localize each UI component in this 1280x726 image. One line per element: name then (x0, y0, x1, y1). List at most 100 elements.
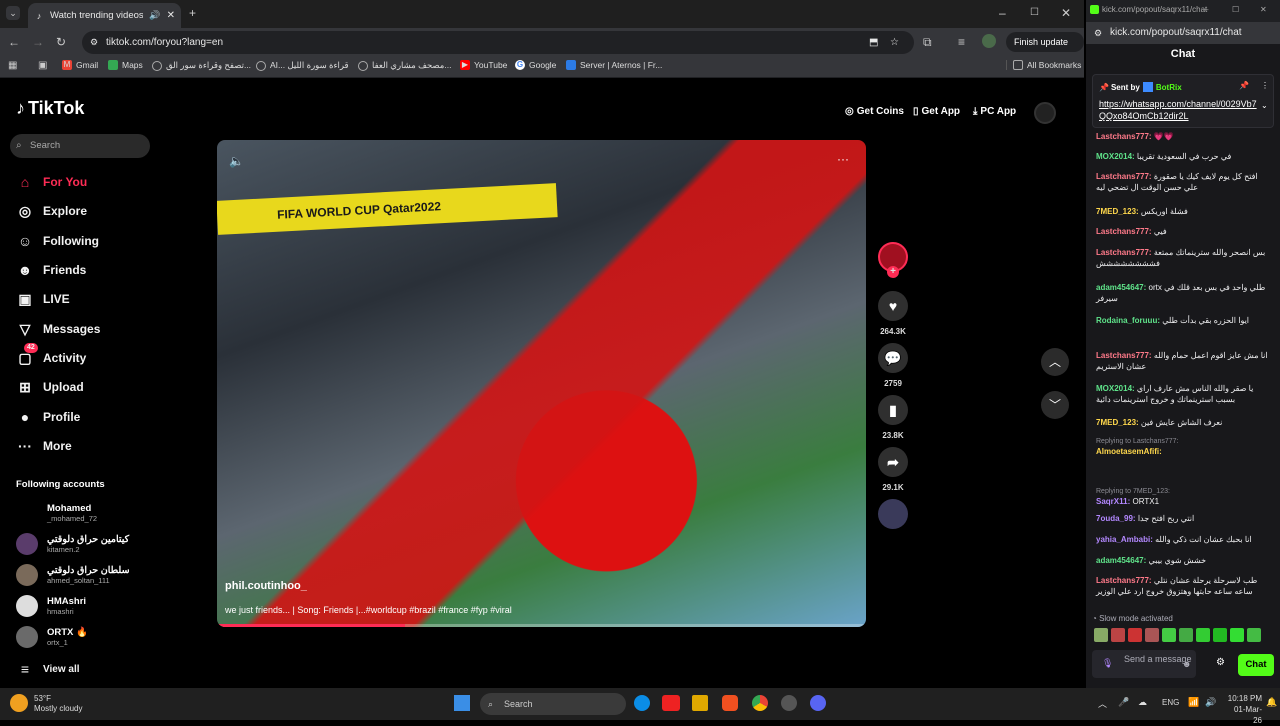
nav-for-you[interactable]: ⌂ For You (16, 173, 87, 191)
maximize-icon[interactable]: ☐ (1030, 6, 1039, 20)
youtube-app-icon[interactable] (662, 695, 680, 711)
emote-icon[interactable] (1162, 628, 1176, 642)
emote-icon[interactable] (1196, 628, 1210, 642)
weather-icon[interactable] (10, 694, 28, 712)
settings-gear-icon[interactable]: ⚙ (1216, 657, 1225, 668)
pc-app-button[interactable]: ⤓ PC App (973, 106, 1016, 117)
chat-username[interactable]: MOX2014: (1096, 152, 1135, 161)
nav-friends[interactable]: ☻ Friends (16, 261, 87, 279)
tab-tiktok[interactable]: ♪ Watch trending videos for y 🔊 ✕ (28, 3, 181, 28)
bookmark-mushaf[interactable]: مصحف مشاري العفا... (358, 60, 451, 71)
chat-username[interactable]: adam454647: (1096, 283, 1146, 292)
notifications-icon[interactable]: 🔔 (1266, 697, 1277, 708)
volume-icon[interactable]: 🔈 (229, 154, 244, 168)
get-coins-button[interactable]: ◎ Get Coins (845, 106, 904, 117)
chat-username[interactable]: Rodaina_foruuu: (1096, 316, 1160, 325)
chevron-down-icon[interactable]: ⌄ (1261, 101, 1268, 110)
new-tab-icon[interactable]: + (189, 6, 196, 20)
bookmark-star-icon[interactable]: ☆ (890, 31, 899, 54)
chat-username[interactable]: 7MED_123: (1096, 207, 1139, 216)
emote-icon[interactable] (1247, 628, 1261, 642)
comment-button[interactable]: 💬 2759 (876, 343, 910, 388)
like-button[interactable]: ♥ 264.3K (876, 291, 910, 336)
emote-icon[interactable] (1128, 628, 1142, 642)
pinned-link[interactable]: https://whatsapp.com/channel/0029Vb7QQxo… (1099, 98, 1259, 122)
maximize-icon[interactable]: ☐ (1232, 0, 1239, 20)
nav-more[interactable]: ··· More (16, 437, 72, 455)
tab-groups-icon[interactable]: ≡ (958, 35, 965, 49)
popout-address-bar[interactable]: ⚙ kick.com/popout/saqrx11/chat (1086, 22, 1280, 44)
back-icon[interactable]: ← (8, 35, 20, 49)
steam-icon[interactable] (781, 695, 797, 711)
chat-username[interactable]: MOX2014: (1096, 384, 1135, 393)
bookmark-aternos[interactable]: Server | Aternos | Fr... (566, 60, 662, 70)
taskbar-search[interactable]: ⌕ Search (480, 693, 626, 715)
mic-tray-icon[interactable]: 🎤 (1118, 697, 1129, 708)
close-window-icon[interactable]: ✕ (1061, 6, 1071, 20)
close-window-icon[interactable]: ✕ (1260, 0, 1267, 20)
more-options-icon[interactable]: ··· (837, 152, 849, 166)
tab-search-icon[interactable]: ⌄ (6, 6, 20, 20)
chat-username[interactable]: yahia_Ambabi: (1096, 535, 1153, 544)
video-progress-track[interactable] (217, 624, 866, 627)
emote-icon[interactable] (1230, 628, 1244, 642)
forward-icon[interactable]: → (32, 35, 44, 49)
chrome-icon[interactable] (752, 695, 768, 711)
chat-username[interactable]: Lastchans777: (1096, 172, 1152, 181)
nav-profile[interactable]: ● Profile (16, 408, 81, 426)
prev-video-button[interactable]: ︿ (1041, 348, 1069, 376)
search-input[interactable]: ⌕ Search (10, 134, 150, 158)
chat-username[interactable]: SaqrX11: (1096, 497, 1130, 506)
chat-username[interactable]: AlmoetasemAfifi: (1096, 447, 1162, 456)
video-author[interactable]: phil.coutinhoo_ (225, 580, 307, 592)
clock[interactable]: 10:18 PM 01-Mar-26 (1226, 693, 1262, 726)
account-item[interactable]: سلطان حراق دلوقتي ahmed_soltan_111 (16, 564, 130, 586)
more-options-icon[interactable]: ⋮ (1261, 81, 1269, 90)
chat-username[interactable]: Lastchans777: (1096, 351, 1152, 360)
video-player[interactable]: FIFA WORLD CUP Qatar2022 🔈 ··· phil.cout… (217, 140, 866, 627)
bookmark-google[interactable]: G Google (515, 60, 556, 70)
finish-update-button[interactable]: Finish update ⋮ (1006, 32, 1084, 67)
get-app-button[interactable]: ▯ Get App (913, 106, 960, 117)
discord-icon[interactable] (810, 695, 826, 711)
reload-icon[interactable]: ↻ (56, 35, 66, 49)
nav-explore[interactable]: ◎ Explore (16, 202, 87, 220)
send-message-input[interactable]: 🎙 Send a message ☻ (1092, 650, 1196, 678)
emote-icon[interactable] (1213, 628, 1227, 642)
weather-widget[interactable]: 53°F Mostly cloudy (34, 694, 82, 714)
emoji-icon[interactable]: ☻ (1182, 659, 1191, 669)
site-info-icon[interactable]: ⚙ (90, 31, 98, 54)
emote-icon[interactable] (1145, 628, 1159, 642)
share-button[interactable]: ➦ 29.1K (876, 447, 910, 492)
account-item[interactable]: ORTX 🔥 ortx_1 (16, 626, 88, 648)
chat-username[interactable]: 7ouda_99: (1096, 514, 1136, 523)
next-video-button[interactable]: ﹀ (1041, 391, 1069, 419)
chat-username[interactable]: Lastchans777: (1096, 132, 1152, 141)
user-avatar[interactable] (1034, 102, 1056, 124)
volume-tray-icon[interactable]: 🔊 (1205, 697, 1216, 708)
minimize-icon[interactable]: – (999, 6, 1006, 20)
bookmark-maps[interactable]: Maps (108, 60, 143, 70)
address-bar[interactable]: ⚙ tiktok.com/foryou?lang=en ⬒ ☆ (82, 31, 914, 54)
pin-toggle-icon[interactable]: 📌 (1239, 81, 1249, 90)
brave-icon[interactable] (722, 695, 738, 711)
speaker-icon[interactable]: 🔊 (149, 10, 160, 21)
chat-username[interactable]: Lastchans777: (1096, 576, 1152, 585)
all-bookmarks[interactable]: All Bookmarks (1006, 60, 1081, 70)
minimize-icon[interactable]: – (1204, 0, 1208, 20)
save-button[interactable]: ▮ 23.8K (876, 395, 910, 440)
author-avatar-button[interactable]: + (876, 242, 910, 278)
language-indicator[interactable]: ENG (1162, 698, 1179, 707)
apps-grid-icon[interactable]: ▦ (8, 59, 17, 73)
emote-icon[interactable] (1111, 628, 1125, 642)
nav-following[interactable]: ☺ Following (16, 232, 99, 250)
profile-avatar[interactable] (982, 34, 996, 48)
emote-icon[interactable] (1094, 628, 1108, 642)
tray-chevron-up-icon[interactable]: ︿ (1098, 697, 1107, 710)
wifi-icon[interactable]: 📶 (1188, 697, 1199, 708)
chat-username[interactable]: Lastchans777: (1096, 248, 1152, 257)
nav-upload[interactable]: ⊞ Upload (16, 378, 84, 396)
account-item[interactable]: كيتامين حراق دلوقتي kitamen.2 (16, 533, 129, 555)
windows-start-icon[interactable] (454, 695, 470, 711)
bookmark-quran-1[interactable]: تصفح وقراءة سور الق... (152, 60, 251, 71)
